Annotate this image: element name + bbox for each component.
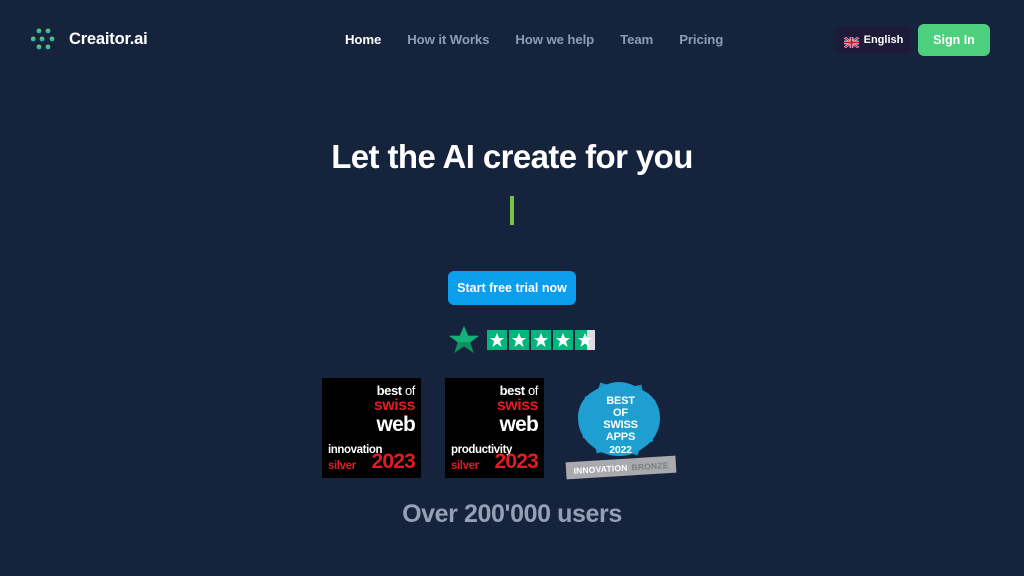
badge-heading: best of swiss web [373, 383, 416, 436]
badge-line-3: SWISS [603, 418, 638, 431]
badge-best-of: best of [374, 383, 416, 398]
badge-best-word: best [376, 383, 403, 398]
badge-swiss-word: swiss [373, 397, 416, 414]
trustpilot-star-3 [531, 329, 551, 350]
text-cursor-icon [510, 195, 514, 225]
award-badges: best of swiss web innovation silver 2023… [322, 378, 677, 480]
trustpilot-star-2 [509, 329, 529, 350]
trustpilot-star-icon [449, 325, 479, 354]
page-title: Let the AI create for you [331, 138, 693, 175]
badge-circle-text: BEST OF SWISS APPS 2022 [568, 395, 673, 456]
badge-line-2: OF [613, 406, 628, 419]
ribbon-secondary-text: BRONZE [631, 459, 669, 472]
badge-metal: silver [328, 460, 356, 472]
hero-section: Let the AI create for you Start free tri… [0, 0, 1024, 576]
badge-year: 2023 [371, 450, 415, 473]
trustpilot-star-1 [487, 329, 507, 350]
typed-subheadline [0, 195, 1024, 225]
trustpilot-star-5-half [575, 329, 595, 350]
badge-of-word: of [527, 383, 538, 398]
badge-web-word: web [499, 413, 539, 436]
ribbon-primary-text: INNOVATION [573, 462, 628, 476]
badge-metal: silver [451, 460, 479, 472]
badge-of-word: of [404, 383, 415, 398]
badge-line-4: APPS [605, 430, 636, 443]
badge-heading: best of swiss web [496, 383, 539, 436]
badge-best-word: best [499, 383, 526, 398]
award-badge-best-of-swiss-apps-2022: BEST OF SWISS APPS 2022 INNOVATION BRONZ… [565, 378, 677, 480]
award-badge-innovation-silver-2023: best of swiss web innovation silver 2023 [322, 378, 421, 478]
users-count-text: Over 200'000 users [402, 500, 622, 528]
badge-swiss-word: swiss [496, 397, 539, 414]
trustpilot-rating[interactable] [449, 325, 595, 354]
landing-page: Creaitor.ai Home How it Works How we hel… [0, 0, 1024, 576]
badge-web-word: web [376, 413, 416, 436]
badge-year: 2022 [609, 443, 632, 456]
trustpilot-stars [487, 329, 595, 350]
badge-best-of: best of [497, 383, 539, 398]
trustpilot-star-4 [553, 329, 573, 350]
award-badge-productivity-silver-2023: best of swiss web productivity silver 20… [445, 378, 544, 478]
start-free-trial-button[interactable]: Start free trial now [448, 271, 576, 305]
badge-year: 2023 [494, 450, 538, 473]
